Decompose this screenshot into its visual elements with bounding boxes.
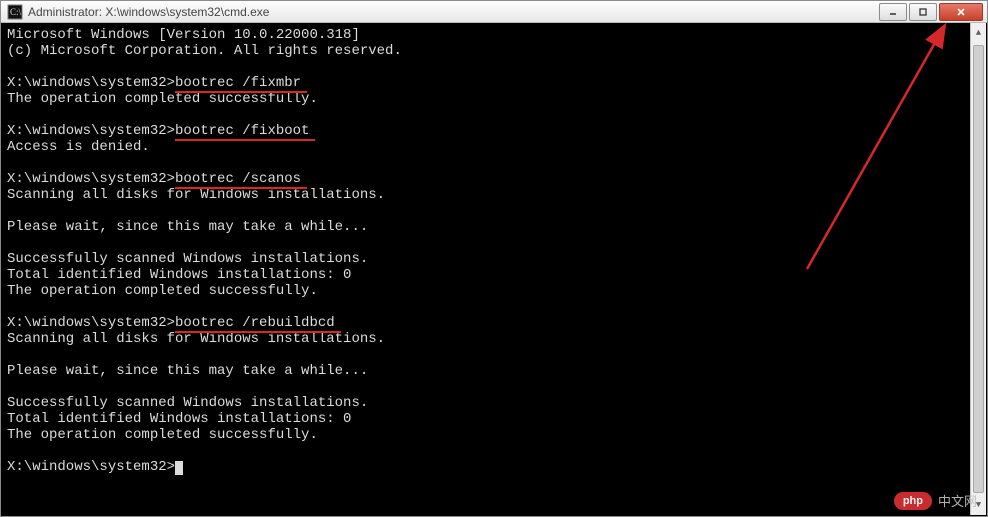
watermark-label: 中文网 xyxy=(938,491,977,510)
cmd-window: C:\ Administrator: X:\windows\system32\c… xyxy=(0,0,988,517)
cmd-icon: C:\ xyxy=(7,4,23,20)
window-title: Administrator: X:\windows\system32\cmd.e… xyxy=(28,5,879,19)
close-button[interactable] xyxy=(939,3,983,21)
svg-text:C:\: C:\ xyxy=(10,7,22,17)
watermark: php 中文网 xyxy=(894,491,977,510)
terminal-output[interactable]: Microsoft Windows [Version 10.0.22000.31… xyxy=(1,23,987,516)
scroll-up-arrow[interactable]: ▲ xyxy=(971,23,986,43)
scroll-thumb[interactable] xyxy=(973,45,984,493)
watermark-badge: php xyxy=(894,492,932,510)
titlebar[interactable]: C:\ Administrator: X:\windows\system32\c… xyxy=(1,1,987,23)
minimize-button[interactable] xyxy=(879,3,907,21)
maximize-button[interactable] xyxy=(909,3,937,21)
window-controls xyxy=(879,1,987,22)
vertical-scrollbar[interactable]: ▲ ▼ xyxy=(970,23,986,515)
